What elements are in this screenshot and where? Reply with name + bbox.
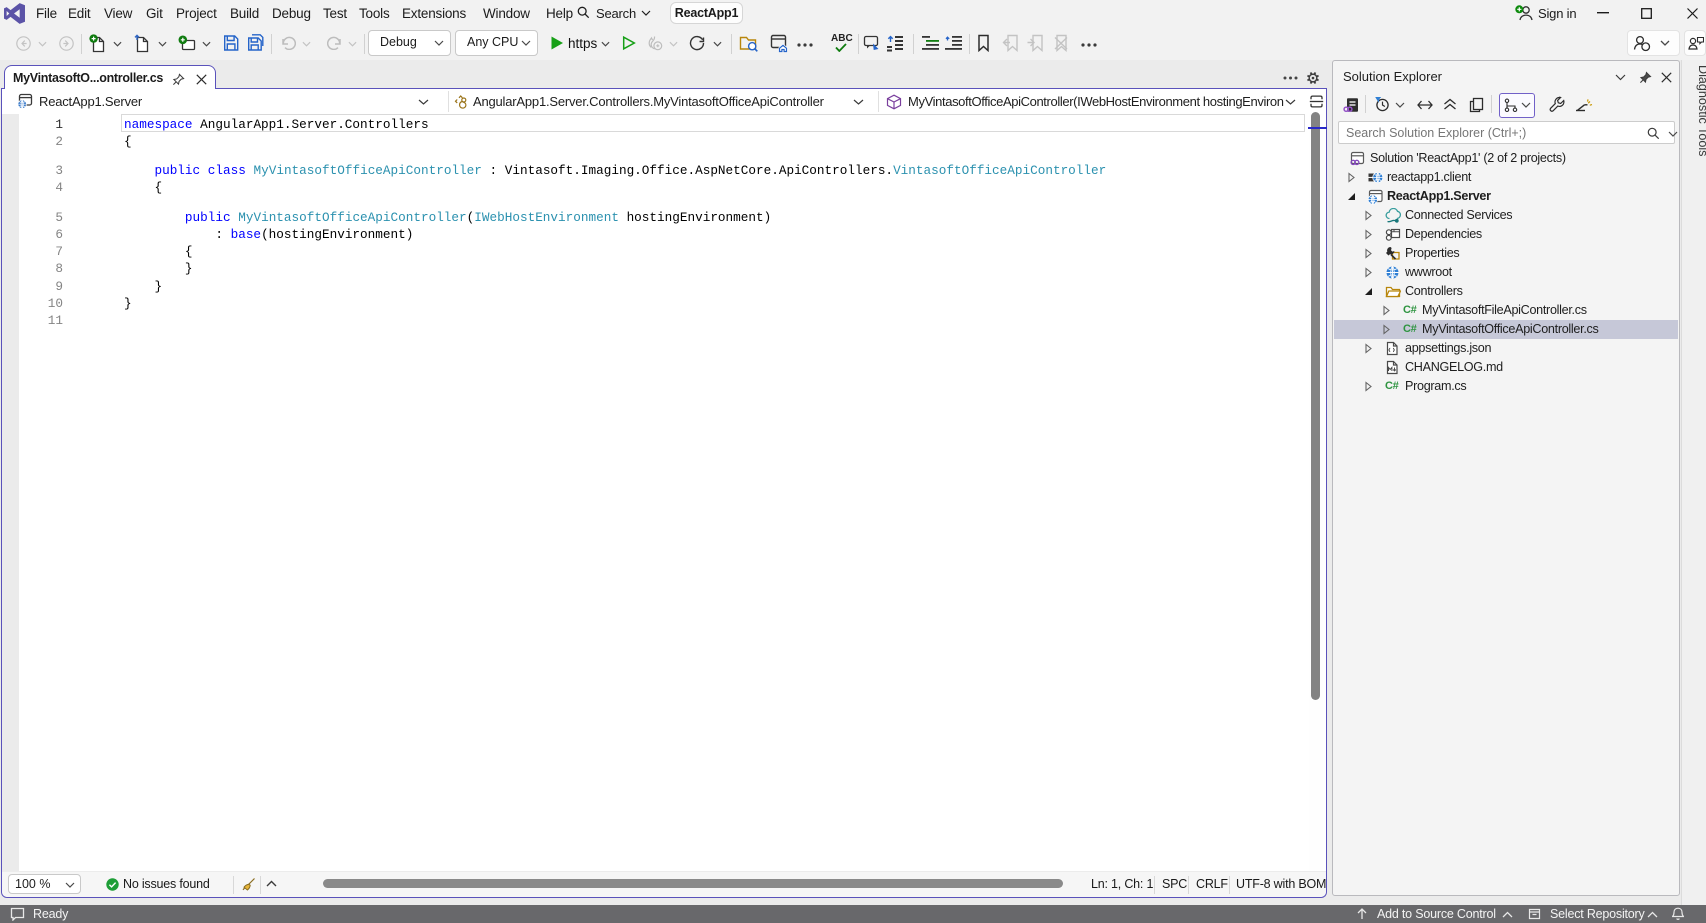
svg-text:Diagnostic Tools: Diagnostic Tools	[1696, 65, 1706, 156]
